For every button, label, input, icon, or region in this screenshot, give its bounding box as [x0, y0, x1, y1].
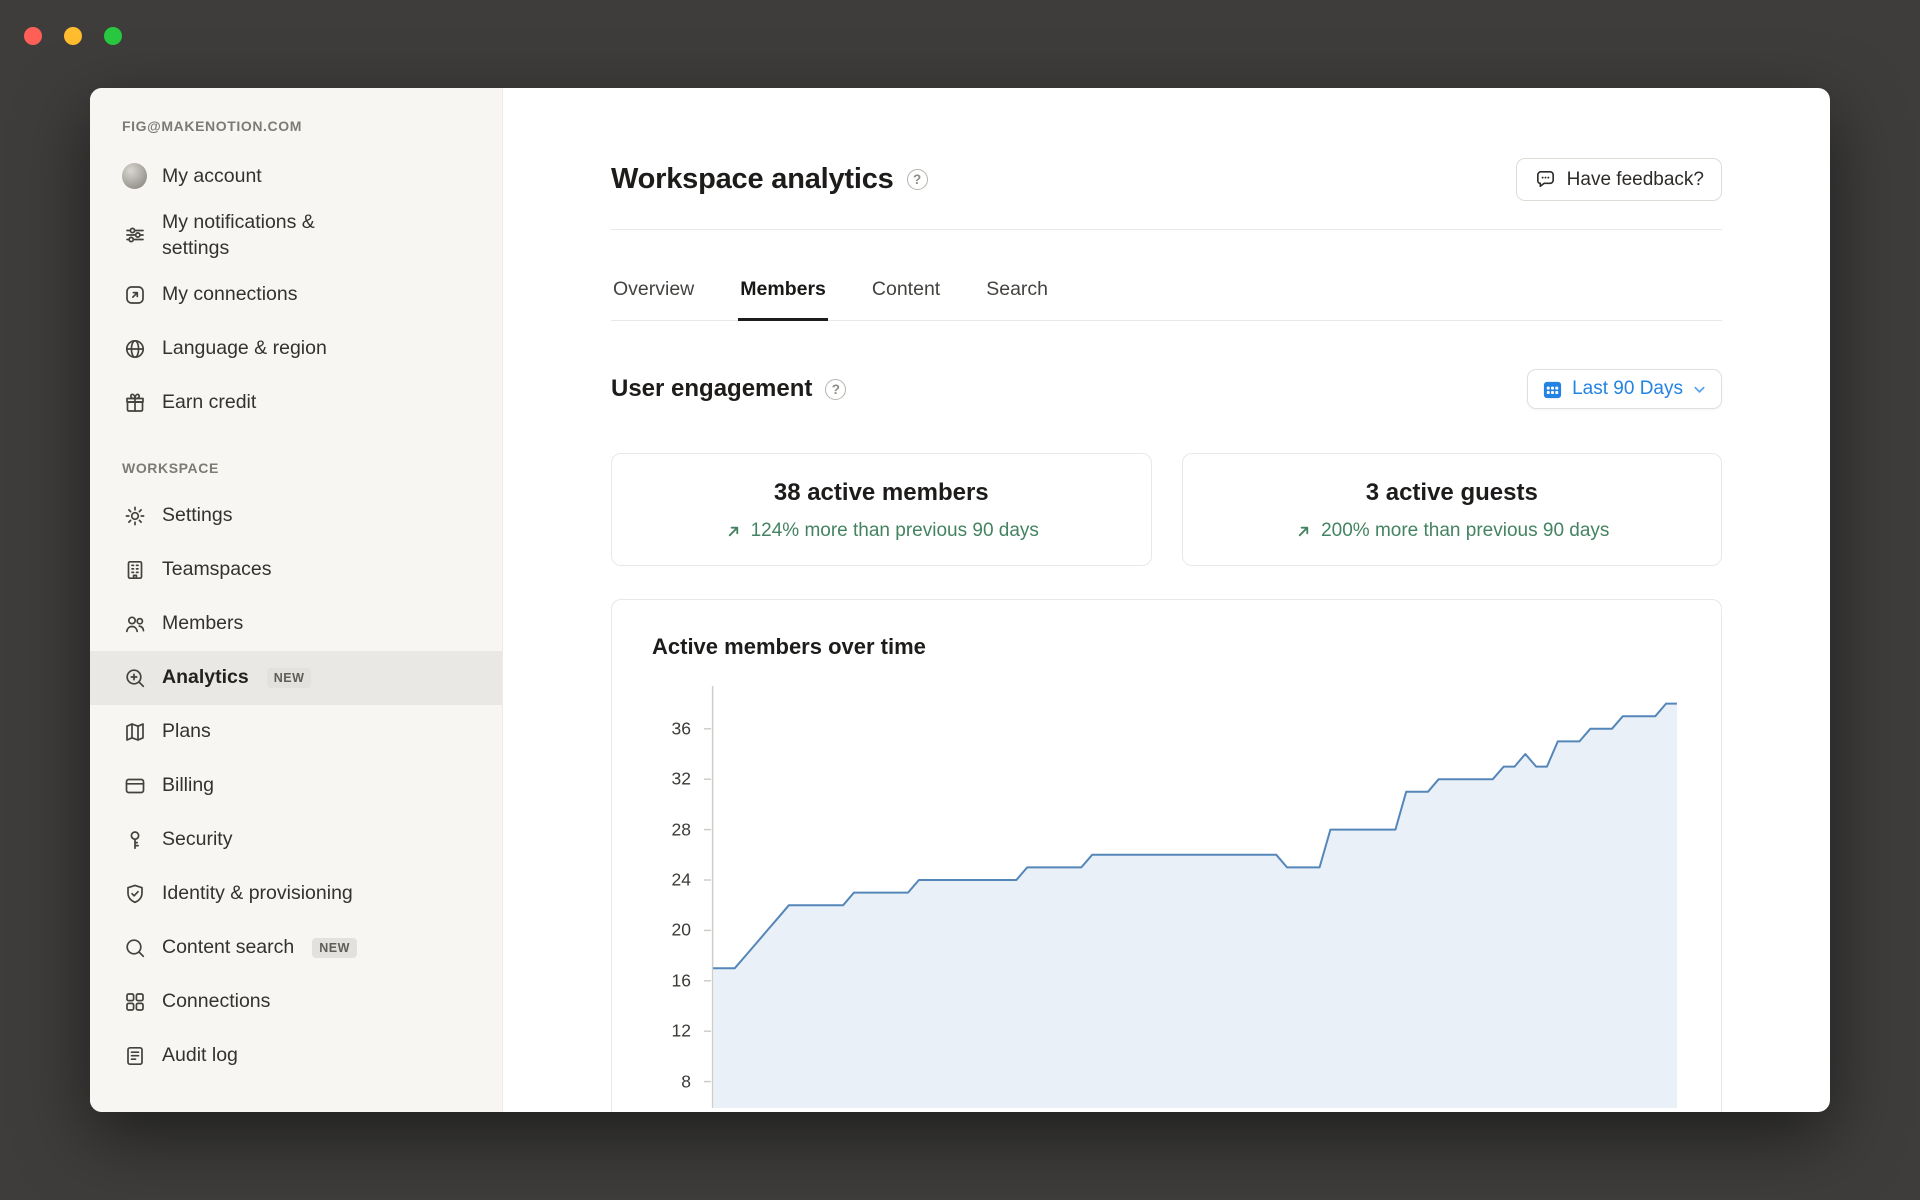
avatar	[122, 164, 147, 189]
arrow-up-right-icon	[1294, 522, 1313, 541]
sidebar-item-connections[interactable]: Connections	[90, 975, 502, 1029]
y-axis-tick-label: 24	[672, 870, 691, 891]
analytics-page: Workspace analytics ? Have feedback? Ove…	[503, 88, 1830, 1112]
engagement-header: User engagement ?	[611, 369, 1722, 409]
chevron-down-icon	[1692, 382, 1707, 397]
window-controls	[24, 27, 122, 45]
sidebar-item-identity-provisioning[interactable]: Identity & provisioning	[90, 867, 502, 921]
area-chart	[704, 686, 1681, 1108]
account-email: FIG@MAKENOTION.COM	[90, 118, 502, 134]
engagement-title: User engagement	[611, 375, 812, 403]
gift-icon	[122, 390, 147, 415]
y-axis-tick-label: 32	[672, 769, 691, 790]
date-range-label: Last 90 Days	[1572, 378, 1683, 400]
search-icon	[122, 935, 147, 960]
workspace-section: Settings Teamspaces Members Analytics NE…	[90, 489, 502, 1083]
stat-card-active-guests: 3 active guests 200% more than previous …	[1182, 453, 1723, 566]
sidebar-item-security[interactable]: Security	[90, 813, 502, 867]
help-icon[interactable]: ?	[907, 169, 928, 190]
page-header: Workspace analytics ? Have feedback?	[611, 158, 1722, 201]
y-axis-tick-label: 20	[672, 920, 691, 941]
calendar-icon	[1542, 379, 1563, 400]
globe-icon	[122, 336, 147, 361]
y-axis-tick-label: 28	[672, 819, 691, 840]
chart-card: Active members over time 36 32 28 24 20 16 12 8	[611, 599, 1722, 1112]
audit-log-icon	[122, 1043, 147, 1068]
sidebar-item-my-notifications-settings[interactable]: My notifications & settings	[90, 203, 502, 268]
building-icon	[122, 557, 147, 582]
stat-card-active-members: 38 active members 124% more than previou…	[611, 453, 1152, 566]
stat-value: 3 active guests	[1366, 479, 1538, 507]
chart-title: Active members over time	[652, 634, 1681, 660]
tab-search[interactable]: Search	[984, 278, 1050, 321]
key-icon	[122, 827, 147, 852]
magnifier-plus-icon	[122, 665, 147, 690]
sidebar-item-language-region[interactable]: Language & region	[90, 322, 502, 376]
people-icon	[122, 611, 147, 636]
new-badge: NEW	[312, 938, 357, 958]
new-badge: NEW	[267, 668, 312, 688]
sidebar-item-analytics[interactable]: Analytics NEW	[90, 651, 502, 705]
analytics-tabs: Overview Members Content Search	[611, 230, 1722, 321]
gear-icon	[122, 503, 147, 528]
sidebar-item-my-connections[interactable]: My connections	[90, 268, 502, 322]
stat-delta: 124% more than previous 90 days	[724, 520, 1039, 542]
y-axis-tick-label: 12	[672, 1021, 691, 1042]
credit-card-icon	[122, 773, 147, 798]
workspace-section-label: WORKSPACE	[90, 460, 502, 476]
sidebar-item-teamspaces[interactable]: Teamspaces	[90, 543, 502, 597]
stat-delta: 200% more than previous 90 days	[1294, 520, 1609, 542]
y-axis-tick-label: 8	[681, 1071, 691, 1092]
tab-content[interactable]: Content	[870, 278, 942, 321]
settings-sidebar: FIG@MAKENOTION.COM My account My notific…	[90, 88, 503, 1112]
sidebar-item-audit-log[interactable]: Audit log	[90, 1029, 502, 1083]
account-section: My account My notifications & settings M…	[90, 149, 502, 430]
speech-bubble-icon	[1534, 168, 1557, 191]
sliders-icon	[122, 223, 147, 248]
sidebar-item-earn-credit[interactable]: Earn credit	[90, 376, 502, 430]
y-axis-tick-label: 36	[672, 718, 691, 739]
arrow-up-right-box-icon	[122, 282, 147, 307]
minimize-button[interactable]	[64, 27, 82, 45]
help-icon[interactable]: ?	[825, 379, 846, 400]
feedback-button[interactable]: Have feedback?	[1516, 158, 1722, 201]
stat-value: 38 active members	[774, 479, 989, 507]
sidebar-item-members[interactable]: Members	[90, 597, 502, 651]
close-button[interactable]	[24, 27, 42, 45]
tab-overview[interactable]: Overview	[611, 278, 696, 321]
sidebar-item-settings[interactable]: Settings	[90, 489, 502, 543]
active-members-chart: 36 32 28 24 20 16 12 8	[652, 686, 1681, 1108]
settings-modal: FIG@MAKENOTION.COM My account My notific…	[90, 88, 1830, 1112]
y-axis-tick-label: 16	[672, 970, 691, 991]
shield-check-icon	[122, 881, 147, 906]
stat-cards: 38 active members 124% more than previou…	[611, 453, 1722, 566]
sidebar-item-my-account[interactable]: My account	[90, 149, 502, 203]
sidebar-item-content-search[interactable]: Content search NEW	[90, 921, 502, 975]
grid-icon	[122, 989, 147, 1014]
arrow-up-right-icon	[724, 522, 743, 541]
y-axis-labels: 36 32 28 24 20 16 12 8	[652, 686, 704, 1108]
feedback-button-label: Have feedback?	[1567, 169, 1704, 191]
page-title: Workspace analytics	[611, 163, 894, 196]
sidebar-item-plans[interactable]: Plans	[90, 705, 502, 759]
sidebar-item-billing[interactable]: Billing	[90, 759, 502, 813]
map-icon	[122, 719, 147, 744]
zoom-button[interactable]	[104, 27, 122, 45]
tab-members[interactable]: Members	[738, 278, 828, 321]
date-range-button[interactable]: Last 90 Days	[1527, 369, 1722, 409]
